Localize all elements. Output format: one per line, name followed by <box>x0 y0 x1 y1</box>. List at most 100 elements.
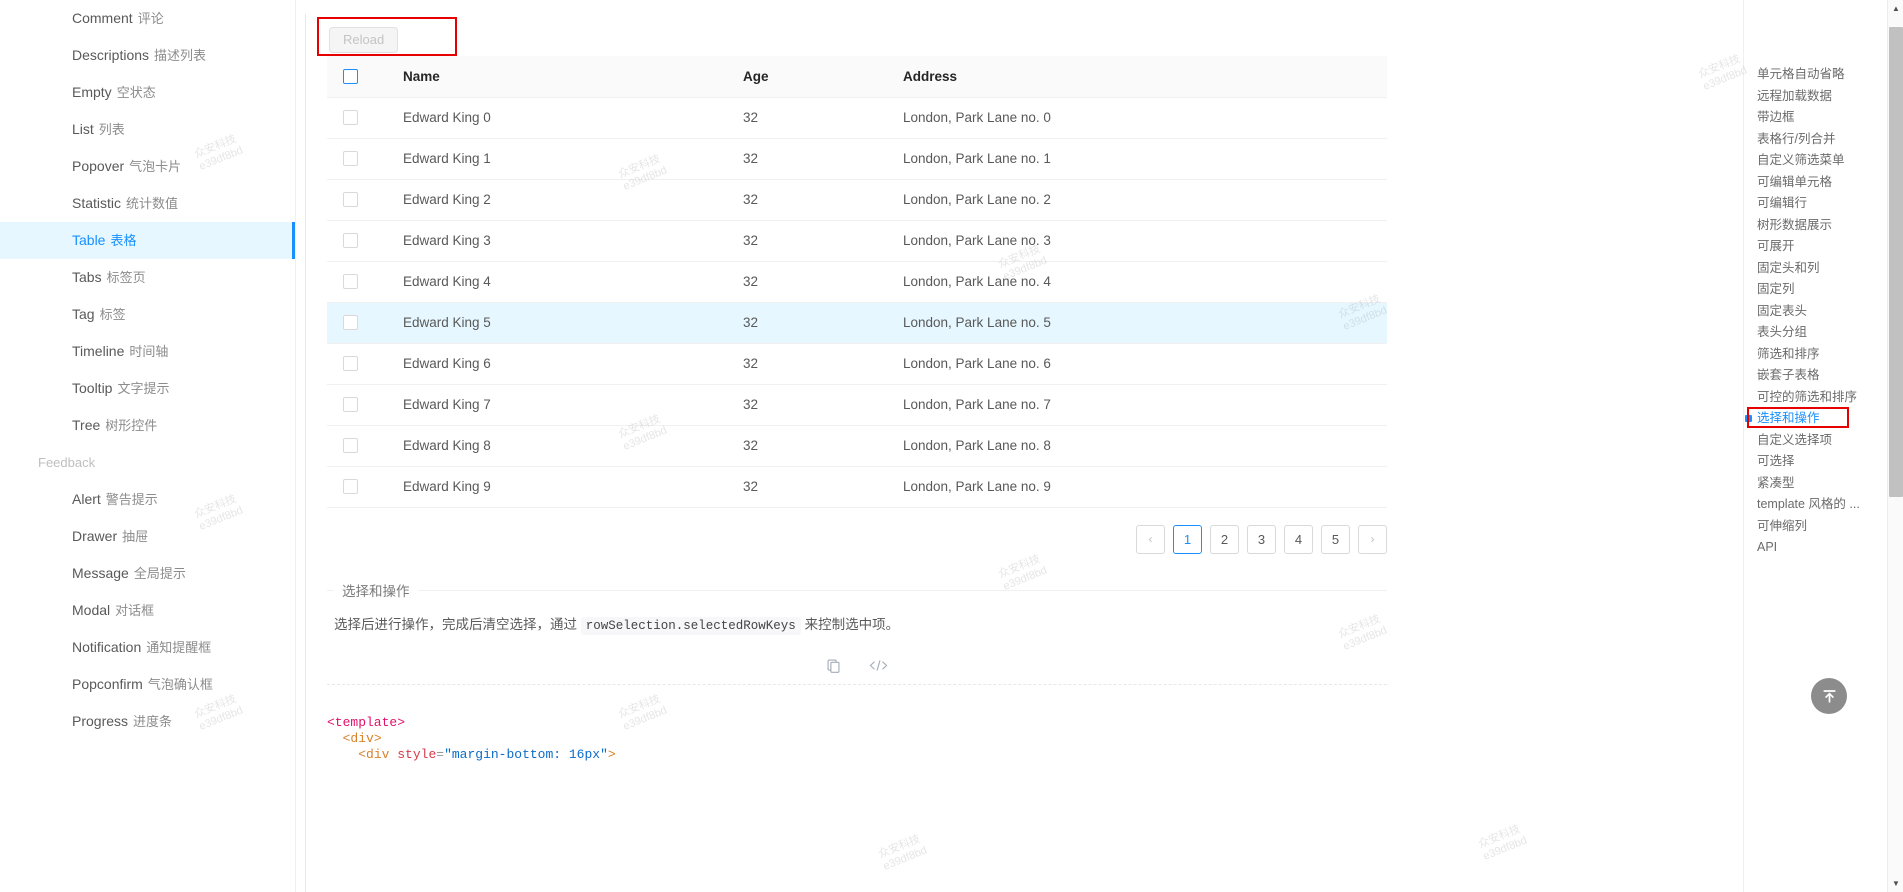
toc-item[interactable]: 单元格自动省略 <box>1744 64 1903 86</box>
toc-item[interactable]: 可选择 <box>1744 451 1903 473</box>
table-row[interactable]: Edward King 9 32 London, Park Lane no. 9 <box>327 466 1387 508</box>
table-row[interactable]: Edward King 1 32 London, Park Lane no. 1 <box>327 138 1387 180</box>
code-line: <div> <box>342 731 382 746</box>
pagination-page-5[interactable]: 5 <box>1321 524 1350 554</box>
sidebar-item-popover[interactable]: Popover 气泡卡片 <box>0 148 295 185</box>
toc-item[interactable]: 远程加载数据 <box>1744 86 1903 108</box>
row-checkbox[interactable] <box>343 397 358 413</box>
row-checkbox[interactable] <box>343 274 358 290</box>
table-row[interactable]: Edward King 3 32 London, Park Lane no. 3 <box>327 220 1387 262</box>
sidebar-item-progress[interactable]: Progress 进度条 <box>0 703 295 740</box>
sidebar-item-tag[interactable]: Tag 标签 <box>0 296 295 333</box>
row-checkbox[interactable] <box>343 151 358 167</box>
toc-item-label: 远程加载数据 <box>1757 88 1833 103</box>
sidebar-item-timeline[interactable]: Timeline 时间轴 <box>0 333 295 370</box>
copy-icon[interactable] <box>826 658 841 677</box>
toc-item[interactable]: 固定列 <box>1744 279 1903 301</box>
row-checkbox[interactable] <box>343 233 358 249</box>
scrollbar-thumb[interactable] <box>1889 27 1903 497</box>
sidebar-item-table[interactable]: Table 表格 <box>0 222 295 259</box>
sidebar-item-alert[interactable]: Alert 警告提示 <box>0 481 295 518</box>
sidebar-item-tooltip[interactable]: Tooltip 文字提示 <box>0 370 295 407</box>
toc-item[interactable]: 可控的筛选和排序 <box>1744 387 1903 409</box>
browser-scrollbar[interactable]: ▲ ▼ <box>1887 0 1903 892</box>
sidebar-item-label-cn: 抽屉 <box>122 529 149 544</box>
row-checkbox[interactable] <box>343 110 358 126</box>
column-header-name[interactable]: Name <box>387 56 727 98</box>
pagination-page-3[interactable]: 3 <box>1247 524 1276 554</box>
toc-item[interactable]: 树形数据展示 <box>1744 215 1903 237</box>
toc-item[interactable]: 嵌套子表格 <box>1744 365 1903 387</box>
cell-address: London, Park Lane no. 7 <box>887 384 1387 426</box>
description-text-after: 来控制选中项。 <box>804 616 900 632</box>
scroll-down-arrow-icon[interactable]: ▼ <box>1888 875 1903 892</box>
pagination-page-4[interactable]: 4 <box>1284 524 1313 554</box>
table-body: Edward King 0 32 London, Park Lane no. 0 Ed… <box>327 97 1387 508</box>
row-checkbox[interactable] <box>343 315 358 331</box>
toc-item-label: 可编辑单元格 <box>1757 174 1833 189</box>
toc-item[interactable]: 带边框 <box>1744 107 1903 129</box>
cell-address: London, Park Lane no. 9 <box>887 466 1387 508</box>
sidebar-item-descriptions[interactable]: Descriptions 描述列表 <box>0 37 295 74</box>
toc-item[interactable]: 自定义选择项 <box>1744 430 1903 452</box>
description-inline-code: rowSelection.selectedRowKeys <box>580 616 801 635</box>
toc-item[interactable]: 固定头和列 <box>1744 258 1903 280</box>
sidebar-item-popconfirm[interactable]: Popconfirm 气泡确认框 <box>0 666 295 703</box>
pagination-page-1[interactable]: 1 <box>1173 524 1202 554</box>
toc-item[interactable]: 紧凑型 <box>1744 473 1903 495</box>
row-checkbox[interactable] <box>343 438 358 454</box>
column-header-age[interactable]: Age <box>727 56 887 98</box>
reload-button[interactable]: Reload <box>329 27 399 53</box>
toc-item[interactable]: 可展开 <box>1744 236 1903 258</box>
pagination-next[interactable]: › <box>1358 524 1387 554</box>
sidebar-item-tree[interactable]: Tree 树形控件 <box>0 407 295 444</box>
sidebar-item-label-cn: 树形控件 <box>105 418 158 433</box>
sidebar-item-comment[interactable]: Comment 评论 <box>0 0 295 37</box>
select-all-checkbox[interactable] <box>343 69 358 85</box>
toc-item-label: 可选择 <box>1757 454 1795 468</box>
sidebar-item-tabs[interactable]: Tabs 标签页 <box>0 259 295 296</box>
back-to-top-button[interactable] <box>1811 678 1847 714</box>
column-header-address[interactable]: Address <box>887 56 1387 98</box>
sidebar-item-label-en: Modal <box>72 602 111 618</box>
sidebar-item-message[interactable]: Message 全局提示 <box>0 555 295 592</box>
row-checkbox[interactable] <box>343 356 358 372</box>
table-row[interactable]: Edward King 5 32 London, Park Lane no. 5 <box>327 302 1387 344</box>
table-row[interactable]: Edward King 8 32 London, Park Lane no. 8 <box>327 425 1387 467</box>
cell-name: Edward King 7 <box>387 384 727 426</box>
toc-item[interactable]: template 风格的 ... <box>1744 494 1903 516</box>
table-row[interactable]: Edward King 4 32 London, Park Lane no. 4 <box>327 261 1387 303</box>
cell-age: 32 <box>727 343 887 385</box>
toc-item[interactable]: 选择和操作 <box>1744 408 1903 430</box>
code-icon[interactable] <box>869 658 888 677</box>
table-row[interactable]: Edward King 2 32 London, Park Lane no. 2 <box>327 179 1387 221</box>
sidebar-item-label-en: Timeline <box>72 343 125 359</box>
table-row[interactable]: Edward King 6 32 London, Park Lane no. 6 <box>327 343 1387 385</box>
sidebar-item-modal[interactable]: Modal 对话框 <box>0 592 295 629</box>
sidebar-item-list[interactable]: List 列表 <box>0 111 295 148</box>
toc-item[interactable]: 表头分组 <box>1744 322 1903 344</box>
row-checkbox[interactable] <box>343 479 358 495</box>
sidebar-item-label-cn: 气泡卡片 <box>129 159 182 174</box>
toc-item[interactable]: 可编辑行 <box>1744 193 1903 215</box>
toc-item[interactable]: 筛选和排序 <box>1744 344 1903 366</box>
sidebar-item-statistic[interactable]: Statistic 统计数值 <box>0 185 295 222</box>
sidebar-item-empty[interactable]: Empty 空状态 <box>0 74 295 111</box>
pagination-prev[interactable]: ‹ <box>1136 524 1165 554</box>
toc-item[interactable]: 自定义筛选菜单 <box>1744 150 1903 172</box>
sidebar-item-notification[interactable]: Notification 通知提醒框 <box>0 629 295 666</box>
row-select-cell <box>327 302 387 344</box>
toc-item[interactable]: 可编辑单元格 <box>1744 172 1903 194</box>
row-checkbox[interactable] <box>343 192 358 208</box>
toc-item[interactable]: 固定表头 <box>1744 301 1903 323</box>
toc-item[interactable]: 表格行/列合并 <box>1744 129 1903 151</box>
pagination-page-2[interactable]: 2 <box>1210 524 1239 554</box>
table-row[interactable]: Edward King 0 32 London, Park Lane no. 0 <box>327 97 1387 139</box>
toc-item[interactable]: 可伸缩列 <box>1744 516 1903 538</box>
toc-item[interactable]: API <box>1744 537 1903 559</box>
table-row[interactable]: Edward King 7 32 London, Park Lane no. 7 <box>327 384 1387 426</box>
sidebar-item-drawer[interactable]: Drawer 抽屉 <box>0 518 295 555</box>
demo-container: Reload Name Age Address Edward King 0 32 L… <box>305 14 1409 892</box>
sidebar-item-label-cn: 表格 <box>110 233 137 248</box>
scroll-up-arrow-icon[interactable]: ▲ <box>1888 0 1903 17</box>
